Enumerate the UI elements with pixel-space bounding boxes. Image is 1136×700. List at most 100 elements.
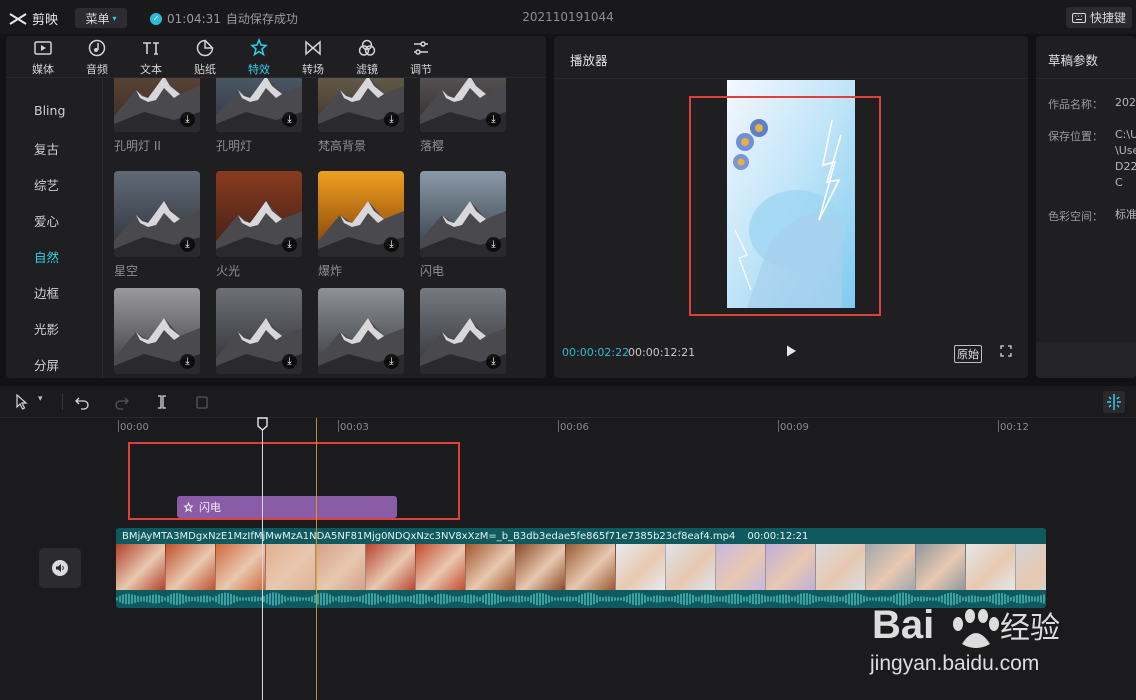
- download-icon[interactable]: ⤓: [384, 354, 399, 369]
- tab-sticker[interactable]: 贴纸: [178, 36, 232, 78]
- category-light[interactable]: 光影: [34, 319, 59, 338]
- effect-item[interactable]: ⤓ 落樱: [420, 78, 506, 154]
- waveform-bar: [668, 596, 670, 602]
- effect-item[interactable]: ⤓ 孔明灯: [216, 78, 302, 154]
- download-icon[interactable]: ⤓: [282, 237, 297, 252]
- adjust-icon: [414, 40, 428, 55]
- effect-thumbnail: ⤓: [420, 288, 506, 374]
- effect-thumbnail: ⤓: [420, 78, 506, 132]
- redo-icon[interactable]: [114, 394, 130, 410]
- category-variety[interactable]: 综艺: [34, 175, 59, 194]
- download-icon[interactable]: ⤓: [486, 354, 501, 369]
- waveform-bar: [305, 597, 307, 601]
- tab-label: 特效: [248, 62, 270, 76]
- effect-clip-lightning[interactable]: 闪电: [177, 496, 397, 518]
- waveform-bar: [704, 594, 706, 604]
- tab-effects[interactable]: 特效: [232, 36, 286, 78]
- ruler-label: 00:06: [560, 422, 589, 433]
- waveform-bar: [560, 597, 562, 601]
- download-icon[interactable]: ⤓: [486, 237, 501, 252]
- download-icon[interactable]: ⤓: [384, 112, 399, 127]
- effect-item[interactable]: ⤓ 孔明灯 II: [114, 78, 200, 154]
- effect-item[interactable]: ⤓: [318, 288, 404, 378]
- tab-media[interactable]: 媒体: [16, 36, 70, 78]
- delete-icon[interactable]: [194, 394, 210, 410]
- tab-transition[interactable]: 转场: [286, 36, 340, 78]
- time-ruler[interactable]: 00:00 00:03 00:06 00:09 00:12: [116, 418, 1136, 440]
- waveform-bar: [521, 595, 523, 603]
- category-split-screen[interactable]: 分屏: [34, 355, 59, 374]
- waveform-bar: [350, 596, 352, 602]
- waveform-bar: [206, 595, 208, 603]
- waveform-bar: [248, 597, 250, 601]
- download-icon[interactable]: ⤓: [180, 354, 195, 369]
- clip-frame: [516, 544, 566, 590]
- waveform-bar: [719, 596, 721, 602]
- waveform-bar: [554, 597, 556, 601]
- download-icon[interactable]: ⤓: [180, 112, 195, 127]
- waveform-bar: [311, 596, 313, 602]
- fullscreen-icon[interactable]: [1000, 345, 1012, 357]
- waveform-bar: [761, 594, 763, 604]
- waveform-bar: [626, 595, 628, 603]
- effect-item[interactable]: ⤓: [114, 288, 200, 378]
- download-icon[interactable]: ⤓: [384, 237, 399, 252]
- effect-item[interactable]: ⤓: [216, 288, 302, 378]
- waveform-bar: [422, 593, 424, 605]
- shortcut-button[interactable]: 快捷键: [1066, 7, 1132, 28]
- waveform-bar: [497, 594, 499, 604]
- download-icon[interactable]: ⤓: [282, 112, 297, 127]
- effect-thumbnail: ⤓: [318, 288, 404, 374]
- tab-audio[interactable]: 音频: [70, 36, 124, 78]
- tab-text[interactable]: 文本: [124, 36, 178, 78]
- waveform-bar: [398, 595, 400, 603]
- track-mute-button[interactable]: [39, 548, 81, 588]
- effect-item[interactable]: ⤓ 火光: [216, 171, 302, 279]
- split-icon[interactable]: [154, 394, 170, 410]
- waveform-bar: [746, 596, 748, 602]
- waveform-bar: [623, 596, 625, 602]
- tab-adjust[interactable]: 调节: [394, 36, 448, 78]
- effect-item[interactable]: ⤓: [420, 288, 506, 378]
- waveform-bar: [374, 593, 376, 605]
- waveform-bar: [290, 596, 292, 602]
- ruler-label: 00:03: [340, 422, 369, 433]
- play-icon[interactable]: [784, 344, 798, 358]
- waveform-bar: [335, 597, 337, 601]
- download-icon[interactable]: ⤓: [180, 237, 195, 252]
- waveform-bar: [488, 593, 490, 605]
- tab-filter[interactable]: 滤镜: [340, 36, 394, 78]
- waveform-bar: [464, 595, 466, 603]
- waveform-bar: [122, 594, 124, 604]
- playhead-line[interactable]: [262, 422, 263, 700]
- category-nature[interactable]: 自然: [34, 247, 59, 266]
- download-icon[interactable]: ⤓: [282, 354, 297, 369]
- chevron-down-icon[interactable]: ▾: [38, 394, 43, 404]
- effect-item[interactable]: ⤓ 闪电: [420, 171, 506, 279]
- waveform-bar: [140, 596, 142, 602]
- playhead-handle[interactable]: [257, 417, 268, 431]
- snap-toggle[interactable]: [1103, 391, 1125, 413]
- waveform-bar: [764, 595, 766, 603]
- category-bling[interactable]: Bling: [34, 103, 65, 118]
- select-cursor-icon[interactable]: [14, 394, 30, 410]
- category-border[interactable]: 边框: [34, 283, 59, 302]
- clip-frame: [866, 544, 916, 590]
- category-love[interactable]: 爱心: [34, 211, 59, 230]
- category-retro[interactable]: 复古: [34, 139, 59, 158]
- save-location-line: C:\U: [1115, 128, 1136, 141]
- ruler-tick: [558, 420, 559, 432]
- draft-footer: [1036, 342, 1136, 378]
- download-icon[interactable]: ⤓: [486, 112, 501, 127]
- waveform-bar: [482, 595, 484, 603]
- transition-icon: [305, 39, 321, 56]
- undo-icon[interactable]: [74, 394, 90, 410]
- waveform-bar: [326, 593, 328, 605]
- waveform-bar: [503, 596, 505, 602]
- effect-item[interactable]: ⤓ 星空: [114, 171, 200, 279]
- effect-item[interactable]: ⤓ 爆炸: [318, 171, 404, 279]
- timeline-toolbar: ▾: [0, 386, 1136, 418]
- effect-item[interactable]: ⤓ 梵高背景: [318, 78, 404, 154]
- tab-label: 调节: [410, 62, 432, 76]
- ratio-button[interactable]: 原始: [954, 345, 982, 363]
